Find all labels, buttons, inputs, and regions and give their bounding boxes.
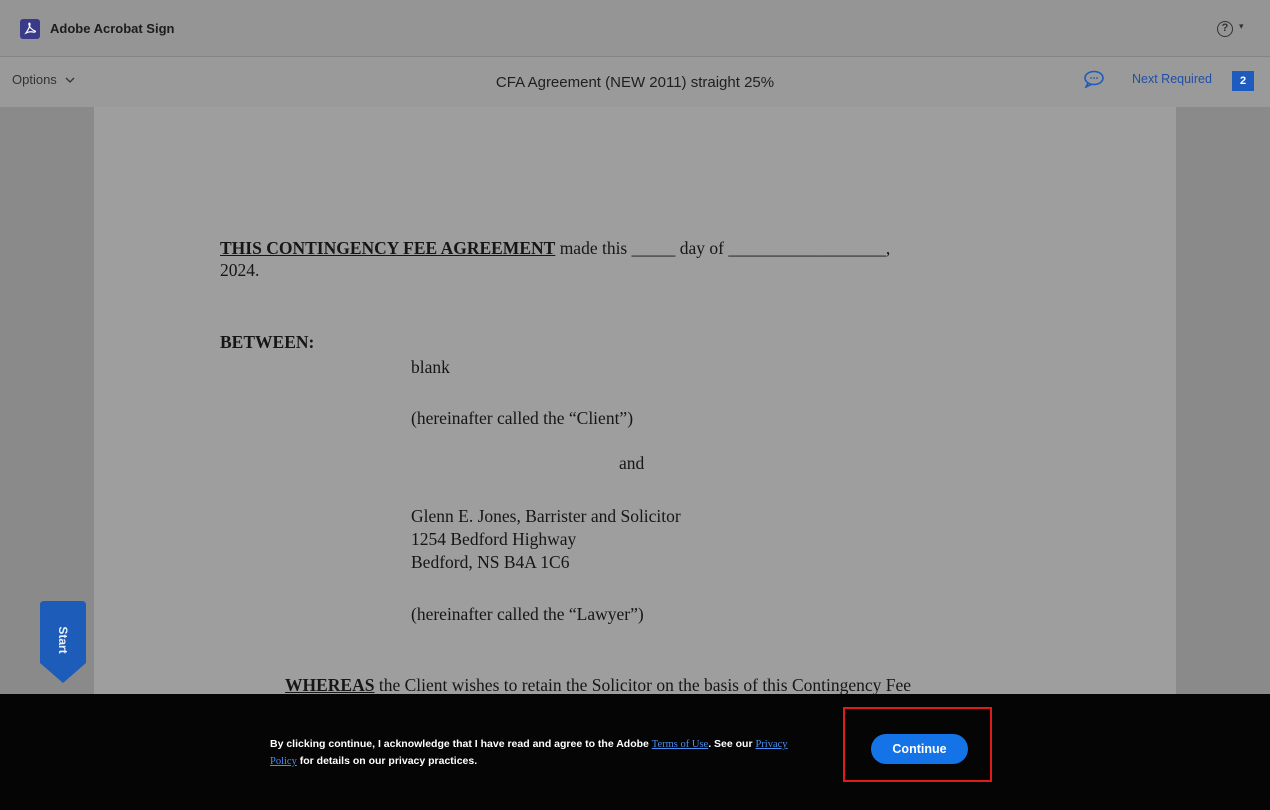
chevron-down-icon[interactable]: ▾: [1239, 21, 1244, 32]
consent-bar: By clicking continue, I acknowledge that…: [0, 694, 1270, 810]
agreement-year: 2024.: [220, 260, 260, 280]
whereas-bold: WHEREAS: [285, 675, 375, 694]
lawyer-note: (hereinafter called the “Lawyer”): [411, 604, 644, 624]
terms-of-use-link[interactable]: Terms of Use: [652, 739, 708, 750]
start-tab-label: Start: [56, 626, 70, 654]
agreement-heading-line: THIS CONTINGENCY FEE AGREEMENT made this…: [220, 238, 890, 259]
next-required-link[interactable]: Next Required: [1132, 72, 1212, 86]
agreement-heading: THIS CONTINGENCY FEE AGREEMENT: [220, 238, 556, 258]
app-header: Adobe Acrobat Sign ? ▾: [0, 0, 1270, 57]
lawyer-name: Glenn E. Jones, Barrister and Solicitor: [411, 506, 681, 526]
whereas-line: WHEREAS the Client wishes to retain the …: [285, 675, 911, 694]
comment-icon[interactable]: [1083, 70, 1105, 89]
document-page: THIS CONTINGENCY FEE AGREEMENT made this…: [94, 107, 1176, 694]
between-label: BETWEEN:: [220, 332, 315, 352]
client-name-field[interactable]: blank: [411, 357, 450, 378]
lawyer-address-city: Bedford, NS B4A 1C6: [411, 552, 570, 572]
agreement-heading-rest: made this _____ day of _________________…: [555, 238, 891, 258]
and-text: and: [619, 453, 645, 473]
client-note: (hereinafter called the “Client”): [411, 408, 634, 428]
start-tab[interactable]: Start: [40, 601, 86, 683]
consent-text: By clicking continue, I acknowledge that…: [270, 736, 810, 770]
consent-text-mid: . See our: [708, 738, 756, 750]
acrobat-logo-icon: [20, 19, 40, 39]
lawyer-address-street: 1254 Bedford Highway: [411, 529, 577, 549]
whereas-text: the Client wishes to retain the Solicito…: [374, 675, 912, 694]
continue-button[interactable]: Continue: [871, 734, 968, 764]
app-title: Adobe Acrobat Sign: [50, 21, 175, 36]
consent-text-before: By clicking continue, I acknowledge that…: [270, 738, 652, 750]
document-toolbar: Options CFA Agreement (NEW 2011) straigh…: [0, 57, 1270, 107]
help-icon[interactable]: ?: [1217, 21, 1233, 37]
next-required-count-badge[interactable]: 2: [1232, 71, 1254, 91]
consent-text-after: for details on our privacy practices.: [296, 755, 478, 767]
document-title: CFA Agreement (NEW 2011) straight 25%: [495, 74, 775, 91]
